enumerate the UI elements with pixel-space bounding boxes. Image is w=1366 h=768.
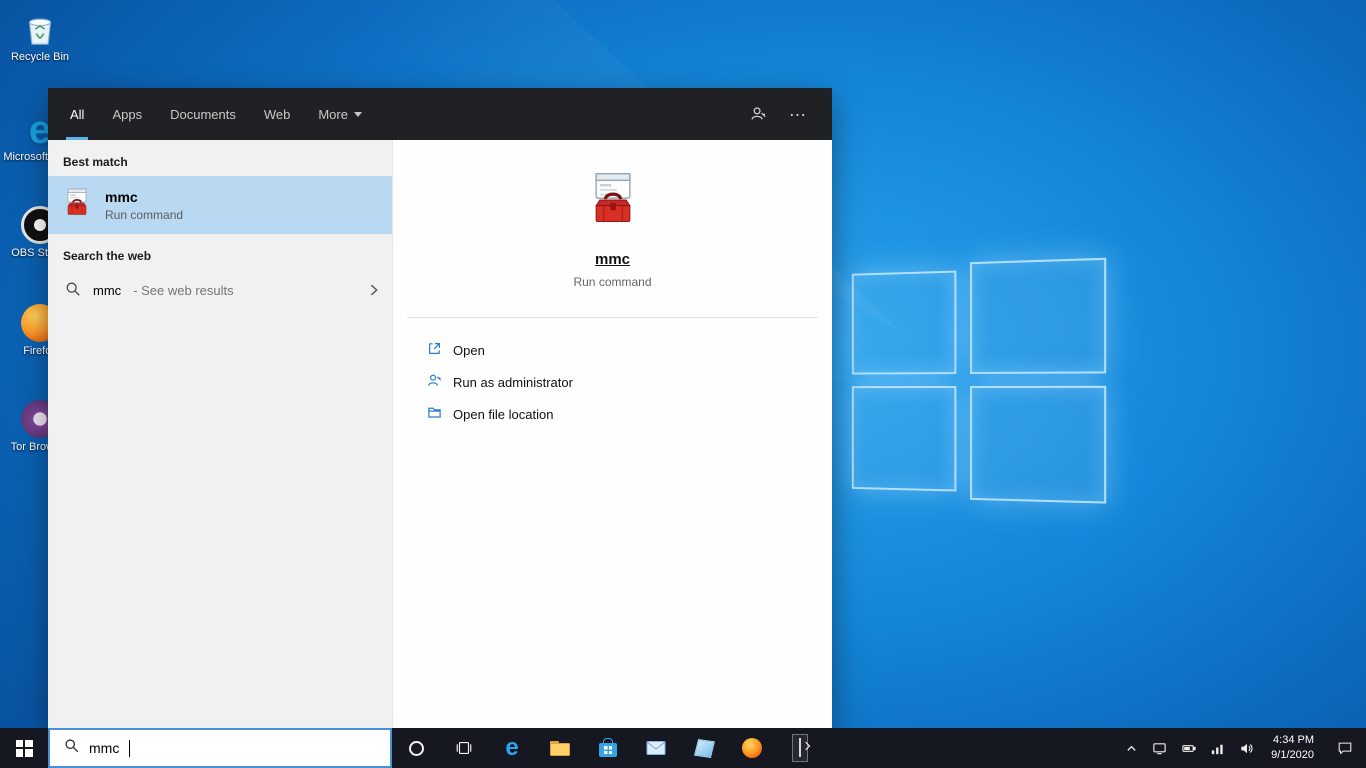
results-list: Best match mmc Run command Search the we… <box>48 140 392 728</box>
file-explorer-icon <box>550 740 570 756</box>
windows-logo-icon <box>851 257 1107 525</box>
action-open-file-location[interactable]: Open file location <box>427 398 832 430</box>
system-tray: 4:34 PM 9/1/2020 <box>1118 728 1366 768</box>
action-label: Open file location <box>453 406 554 422</box>
photos-icon <box>693 738 715 758</box>
taskbar-edge-button[interactable]: e <box>488 728 536 768</box>
logo-pane <box>970 385 1107 504</box>
tab-documents[interactable]: Documents <box>170 88 236 140</box>
tab-apps[interactable]: Apps <box>112 88 142 140</box>
taskbar-firefox-button[interactable] <box>728 728 776 768</box>
action-center-button[interactable] <box>1324 728 1366 768</box>
edge-icon: e <box>505 734 519 761</box>
taskbar-search-box[interactable]: mmc <box>48 728 392 768</box>
network-icon <box>1212 744 1223 754</box>
task-view-button[interactable] <box>440 728 488 768</box>
chevron-down-icon <box>353 111 362 117</box>
search-icon <box>65 281 81 300</box>
tray-network-button[interactable] <box>1203 728 1232 768</box>
recycle-bin-icon <box>2 6 78 48</box>
battery-icon <box>1182 744 1196 752</box>
windows-desktop: Recycle Bin e Microsoft Edge OBS Studio … <box>0 0 1366 768</box>
start-button[interactable] <box>0 728 48 768</box>
account-icon[interactable] <box>738 88 778 140</box>
tray-monitor-button[interactable] <box>1145 728 1174 768</box>
best-match-result[interactable]: mmc Run command <box>48 176 392 234</box>
tab-more[interactable]: More <box>318 88 362 140</box>
taskbar-photos-button[interactable] <box>680 728 728 768</box>
taskbar-file-explorer-button[interactable] <box>536 728 584 768</box>
taskbar-store-button[interactable] <box>584 728 632 768</box>
tray-battery-button[interactable] <box>1174 728 1203 768</box>
tray-volume-button[interactable] <box>1232 728 1261 768</box>
action-list: Open Run as administrator Open file loca… <box>393 318 832 430</box>
hidden-icons-button[interactable] <box>1118 728 1145 768</box>
best-match-label: Best match <box>63 155 128 169</box>
taskbar-mail-button[interactable] <box>632 728 680 768</box>
action-center-icon <box>1338 742 1352 755</box>
clock-date: 9/1/2020 <box>1271 749 1314 761</box>
firefox-icon <box>742 738 762 758</box>
volume-icon <box>1241 743 1253 753</box>
cortana-button[interactable] <box>392 728 440 768</box>
search-icon <box>64 738 79 758</box>
more-options-icon[interactable]: … <box>778 88 818 140</box>
open-app-indicator <box>792 734 808 762</box>
logo-pane <box>970 257 1107 375</box>
result-subtitle: Run command <box>105 207 184 222</box>
chevron-up-icon <box>1127 745 1136 751</box>
expand-chevron-icon[interactable] <box>366 282 382 298</box>
open-file-location-icon <box>427 405 442 423</box>
run-as-admin-icon <box>427 373 442 391</box>
web-suffix-text: - See web results <box>133 282 234 298</box>
search-input-value: mmc <box>89 740 120 756</box>
task-view-icon <box>456 742 472 754</box>
taskbar-clock[interactable]: 4:34 PM 9/1/2020 <box>1261 728 1324 768</box>
action-label: Run as administrator <box>453 374 573 390</box>
command-prompt-icon <box>799 738 801 757</box>
action-run-as-administrator[interactable]: Run as administrator <box>427 366 832 398</box>
preview-title[interactable]: mmc <box>595 251 630 268</box>
logo-pane <box>851 270 957 375</box>
tab-all[interactable]: All <box>65 88 90 140</box>
cortana-icon <box>408 740 424 756</box>
monitor-icon <box>1153 742 1166 754</box>
mail-icon <box>646 741 666 755</box>
logo-pane <box>851 386 957 492</box>
action-open[interactable]: Open <box>427 334 832 366</box>
desktop-icon-label: Recycle Bin <box>10 51 70 63</box>
taskbar-command-prompt-button[interactable] <box>776 728 824 768</box>
mmc-toolbox-icon <box>61 187 93 224</box>
search-the-web-label: Search the web <box>63 249 152 263</box>
preview-pane: mmc Run command Open Run as administrato… <box>392 140 832 728</box>
search-filter-bar: All Apps Documents Web More … <box>48 88 832 140</box>
taskbar: mmc e 4:34 PM 9/1/2020 <box>0 728 1366 768</box>
windows-start-icon <box>15 739 33 757</box>
text-caret <box>129 739 131 757</box>
preview-subtitle: Run command <box>573 275 652 289</box>
result-title: mmc <box>105 188 138 205</box>
desktop-icon-recycle-bin[interactable]: Recycle Bin <box>2 6 78 65</box>
clock-time: 4:34 PM <box>1273 734 1314 747</box>
microsoft-store-icon <box>599 738 617 757</box>
mmc-toolbox-icon-large <box>583 170 643 235</box>
open-icon <box>427 341 442 359</box>
tab-web[interactable]: Web <box>264 88 291 140</box>
search-results-area: Best match mmc Run command Search the we… <box>48 140 832 728</box>
search-tabs: All Apps Documents Web More <box>65 88 362 140</box>
web-search-result[interactable]: mmc - See web results <box>48 270 392 310</box>
action-label: Open <box>453 342 485 358</box>
search-flyout: All Apps Documents Web More … Best match <box>48 88 832 728</box>
web-query-text: mmc <box>93 282 122 298</box>
